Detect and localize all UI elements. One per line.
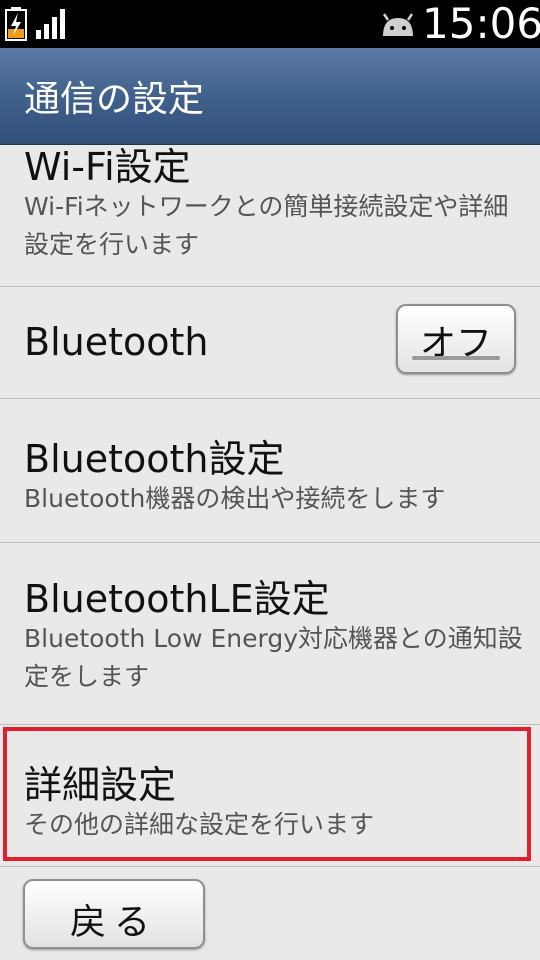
item-description: Bluetooth Low Energy対応機器との通知設定をします [24,624,523,691]
back-button-label: 戻る [69,902,158,943]
list-item-bluetooth-le-settings[interactable]: BluetoothLE設定 Bluetooth Low Energy対応機器との… [0,542,540,725]
item-title: Bluetooth [24,320,209,364]
bluetooth-toggle-button[interactable]: オフ [396,304,516,374]
selection-highlight [3,727,531,861]
title-bar: 通信の設定 [0,48,540,145]
back-button[interactable]: 戻る [23,879,205,949]
item-description: Bluetooth機器の検出や接続をします [24,484,446,513]
android-notification-icon [382,13,414,36]
status-clock: 15:06 [422,0,540,48]
item-title: BluetoothLE設定 [24,577,330,621]
list-item-wifi-settings[interactable]: Wi-Fi設定 Wi-Fiネットワークとの簡単接続設定や詳細設定を行います [0,144,540,287]
item-description: Wi-Fiネットワークとの簡単接続設定や詳細設定を行います [24,192,509,259]
item-title: Wi-Fi設定 [24,145,191,189]
status-bar: 15:06 [0,0,540,48]
list-item-bluetooth-settings[interactable]: Bluetooth設定 Bluetooth機器の検出や接続をします [0,398,540,543]
list-item-bluetooth[interactable]: Bluetooth オフ [0,286,540,399]
signal-icon [36,9,65,39]
page-title: 通信の設定 [24,79,205,120]
item-title: Bluetooth設定 [24,437,285,481]
battery-charging-icon [5,7,27,41]
toggle-indicator [412,356,500,360]
